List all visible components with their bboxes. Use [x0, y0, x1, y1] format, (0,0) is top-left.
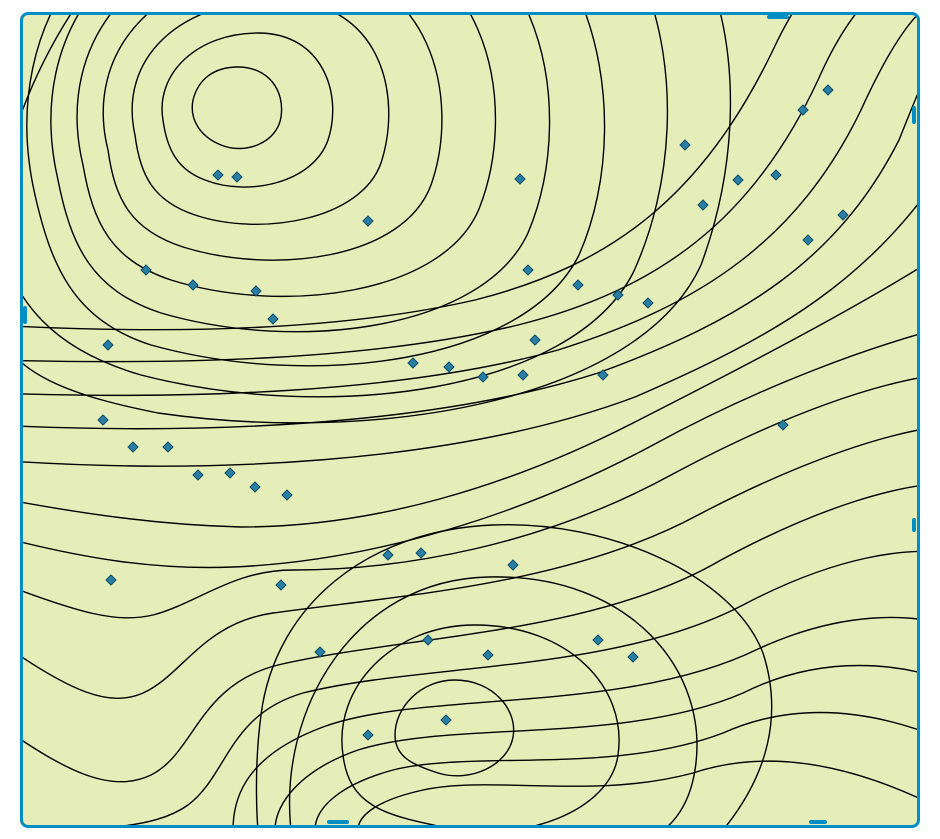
sample-point-20 — [643, 298, 653, 308]
sample-point-27 — [98, 415, 108, 425]
sample-point-37 — [508, 560, 518, 570]
contour-line-27 — [256, 525, 771, 825]
contour-line-14 — [23, 247, 917, 527]
sample-point-43 — [593, 635, 603, 645]
sample-point-38 — [106, 575, 116, 585]
sample-point-45 — [441, 715, 451, 725]
contour-line-2 — [132, 15, 389, 224]
contour-line-23 — [358, 761, 917, 825]
sample-point-44 — [628, 652, 638, 662]
contour-line-20 — [233, 617, 917, 825]
sample-point-30 — [193, 470, 203, 480]
sample-point-24 — [478, 372, 488, 382]
contour-line-11 — [23, 15, 917, 395]
sample-point-35 — [383, 550, 393, 560]
contour-line-18 — [23, 483, 917, 782]
sample-point-31 — [225, 468, 235, 478]
sample-point-46 — [363, 730, 373, 740]
sample-point-16 — [103, 340, 113, 350]
contour-line-9 — [23, 15, 917, 330]
sample-point-10 — [803, 235, 813, 245]
sample-point-7 — [733, 175, 743, 185]
contour-line-1 — [162, 33, 333, 187]
contour-line-7 — [23, 15, 667, 397]
sample-point-23 — [444, 362, 454, 372]
sample-point-0 — [213, 170, 223, 180]
sample-point-39 — [276, 580, 286, 590]
contour-line-0 — [192, 67, 281, 149]
sample-point-5 — [680, 140, 690, 150]
sample-point-33 — [282, 490, 292, 500]
sample-point-29 — [163, 442, 173, 452]
map-svg — [23, 15, 917, 825]
sample-point-6 — [771, 170, 781, 180]
sample-point-12 — [141, 265, 151, 275]
sample-point-41 — [423, 635, 433, 645]
sample-point-18 — [573, 280, 583, 290]
contour-line-6 — [27, 15, 605, 366]
contour-line-22 — [315, 713, 917, 825]
sample-point-1 — [232, 172, 242, 182]
contour-line-10 — [23, 15, 917, 362]
contour-line-21 — [275, 666, 917, 826]
sample-point-21 — [530, 335, 540, 345]
sample-point-28 — [128, 442, 138, 452]
sample-point-22 — [408, 358, 418, 368]
contour-line-12 — [23, 30, 917, 429]
sample-point-42 — [483, 650, 493, 660]
sample-point-2 — [515, 174, 525, 184]
sample-point-17 — [523, 265, 533, 275]
sample-point-25 — [518, 370, 528, 380]
sample-point-32 — [250, 482, 260, 492]
sample-point-13 — [188, 280, 198, 290]
sample-point-15 — [268, 314, 278, 324]
sample-point-36 — [416, 548, 426, 558]
sample-point-8 — [698, 200, 708, 210]
contour-line-19 — [23, 551, 917, 825]
sample-point-26 — [598, 370, 608, 380]
sample-point-34 — [778, 420, 788, 430]
sample-point-4 — [823, 85, 833, 95]
contour-map — [20, 12, 920, 828]
sample-point-11 — [363, 216, 373, 226]
contour-line-16 — [23, 373, 917, 618]
sample-point-3 — [798, 105, 808, 115]
